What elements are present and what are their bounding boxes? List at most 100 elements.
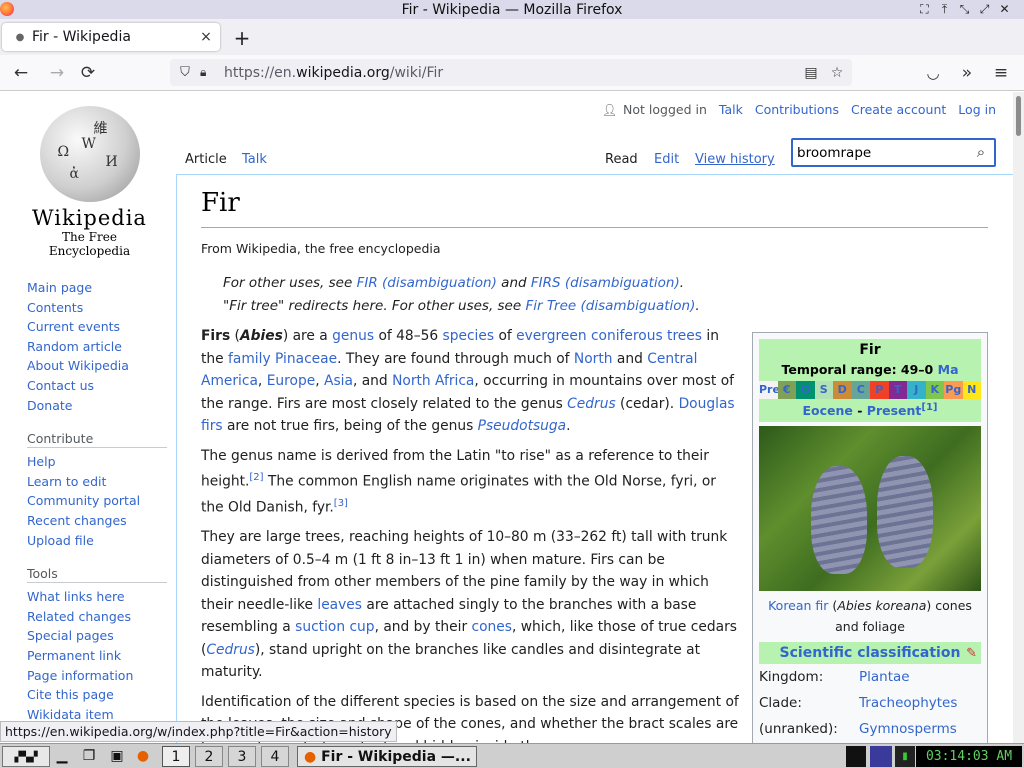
forward-button[interactable]: → — [44, 60, 70, 86]
contributions-link[interactable]: Contributions — [755, 102, 839, 117]
geo-period-cambrian[interactable]: € — [777, 381, 796, 399]
page-scrollbar[interactable] — [1013, 92, 1024, 743]
link-north[interactable]: North — [574, 351, 613, 367]
tab-view-history[interactable]: View history — [695, 148, 775, 172]
ma-link[interactable]: Ma — [938, 362, 959, 377]
link-species[interactable]: species — [443, 328, 495, 344]
tab-close-icon[interactable]: × — [196, 29, 216, 45]
link-cones[interactable]: cones — [472, 619, 512, 635]
close-window-icon[interactable]: ✕ — [997, 2, 1012, 16]
reference-2[interactable]: [2] — [249, 472, 263, 483]
search-box[interactable]: ⌕ — [791, 138, 996, 167]
talk-link[interactable]: Talk — [719, 102, 743, 117]
link-north-africa[interactable]: North Africa — [392, 373, 474, 389]
geo-period-cretaceous[interactable]: K — [925, 381, 944, 399]
wikipedia-logo[interactable]: Ω W И ἀ 維 Wikipedia The Free Encyclopedi… — [22, 106, 157, 258]
sidebar-item-about-wikipedia[interactable]: About Wikipedia — [27, 356, 172, 376]
sidebar-item-page-information[interactable]: Page information — [27, 666, 172, 686]
new-tab-button[interactable]: + — [230, 27, 254, 49]
link-pinaceae[interactable]: Pinaceae — [275, 351, 337, 367]
workspace-4[interactable]: 4 — [261, 746, 289, 767]
url-bar[interactable]: ⛉ 🔒︎ https://en.wikipedia.org/wiki/Fir ▤… — [170, 59, 852, 86]
sidebar-item-current-events[interactable]: Current events — [27, 317, 172, 337]
tab-article[interactable]: Article — [185, 148, 227, 172]
sidebar-item-help[interactable]: Help — [27, 452, 172, 472]
sidebar-item-contents[interactable]: Contents — [27, 298, 172, 318]
present-link[interactable]: Present — [867, 403, 922, 418]
firefox-launcher-icon[interactable]: ● — [132, 746, 154, 767]
edit-pencil-icon[interactable]: ✎ — [966, 643, 977, 665]
workspace-3[interactable]: 3 — [228, 746, 256, 767]
sidebar-item-random-article[interactable]: Random article — [27, 337, 172, 357]
maximize-icon[interactable]: ⤢ — [977, 2, 992, 16]
fir-disambiguation-link[interactable]: FIR (disambiguation) — [357, 275, 497, 291]
korean-fir-link[interactable]: Korean fir — [768, 598, 828, 613]
shade-icon[interactable]: ⤒ — [937, 2, 952, 16]
terminal-icon[interactable]: ▣ — [106, 746, 128, 767]
link-europe[interactable]: Europe — [267, 373, 316, 389]
pocket-icon[interactable]: ◡ — [920, 60, 946, 86]
geo-period-jurassic[interactable]: J — [907, 381, 926, 399]
search-icon[interactable]: ⌕ — [972, 143, 990, 161]
sidebar-item-main-page[interactable]: Main page — [27, 278, 172, 298]
search-input[interactable] — [793, 140, 963, 165]
geo-period-devonian[interactable]: D — [833, 381, 852, 399]
sidebar-item-cite-this-page[interactable]: Cite this page — [27, 685, 172, 705]
sidebar-item-contact-us[interactable]: Contact us — [27, 376, 172, 396]
link-suction-cup[interactable]: suction cup — [295, 619, 374, 635]
window-list-icon[interactable]: ❐ — [78, 746, 100, 767]
taxon-clade-link[interactable]: Tracheophytes — [859, 690, 957, 716]
tab-edit[interactable]: Edit — [654, 148, 679, 172]
geo-period-precambrian[interactable]: Pre€ — [759, 381, 778, 399]
tracking-protection-shield-icon[interactable]: ⛉ — [178, 65, 192, 81]
korean-fir-cones-image[interactable] — [759, 426, 981, 592]
geo-period-paleogene[interactable]: Pg — [944, 381, 963, 399]
link-family[interactable]: family — [228, 351, 271, 367]
back-button[interactable]: ← — [8, 60, 34, 86]
eocene-link[interactable]: Eocene — [802, 403, 852, 418]
link-cedrus[interactable]: Cedrus — [567, 396, 616, 412]
geo-period-permian[interactable]: P — [870, 381, 889, 399]
link-pseudotsuga[interactable]: Pseudotsuga — [478, 418, 567, 434]
url-text[interactable]: https://en.wikipedia.org/wiki/Fir — [224, 65, 800, 81]
geo-period-silurian[interactable]: S — [814, 381, 833, 399]
padlock-icon[interactable]: 🔒︎ — [200, 65, 214, 80]
reference-3[interactable]: [3] — [334, 498, 348, 509]
link-leaves[interactable]: leaves — [317, 597, 362, 613]
taxon-kingdom-link[interactable]: Plantae — [859, 664, 910, 690]
link-genus[interactable]: genus — [332, 328, 374, 344]
fir-tree-disambiguation-link[interactable]: Fir Tree (disambiguation) — [525, 298, 695, 314]
start-menu-icon[interactable]: ▞▚▞ — [2, 746, 50, 767]
taskbar-firefox-window[interactable]: ● Fir - Wikipedia —... — [297, 746, 477, 767]
reference-1[interactable]: [1] — [921, 402, 937, 413]
sidebar-item-upload-file[interactable]: Upload file — [27, 531, 172, 551]
log-in-link[interactable]: Log in — [958, 102, 996, 117]
tab-talk[interactable]: Talk — [242, 148, 267, 172]
sidebar-item-donate[interactable]: Donate — [27, 396, 172, 416]
scrollbar-thumb[interactable] — [1016, 96, 1021, 136]
geo-period-triassic[interactable]: T — [888, 381, 907, 399]
minimize-icon[interactable]: ⤡ — [957, 2, 972, 16]
workspace-1[interactable]: 1 — [162, 746, 190, 767]
fullscreen-icon[interactable]: ⛶ — [917, 2, 932, 16]
sidebar-item-recent-changes[interactable]: Recent changes — [27, 511, 172, 531]
tab-read[interactable]: Read — [605, 148, 638, 172]
bookmark-star-icon[interactable]: ☆ — [826, 65, 848, 81]
geo-period-carboniferous[interactable]: C — [851, 381, 870, 399]
link-asia[interactable]: Asia — [324, 373, 353, 389]
geo-period-neogene[interactable]: N — [962, 381, 981, 399]
sidebar-item-what-links-here[interactable]: What links here — [27, 587, 172, 607]
sidebar-item-community-portal[interactable]: Community portal — [27, 491, 172, 511]
create-account-link[interactable]: Create account — [851, 102, 946, 117]
taxon-unranked-link[interactable]: Gymnosperms — [859, 716, 957, 742]
reader-view-icon[interactable]: ▤ — [800, 65, 822, 81]
overflow-menu-icon[interactable]: » — [954, 60, 980, 86]
workspace-2[interactable]: 2 — [195, 746, 223, 767]
sidebar-item-learn-to-edit[interactable]: Learn to edit — [27, 472, 172, 492]
sidebar-item-special-pages[interactable]: Special pages — [27, 626, 172, 646]
firs-disambiguation-link[interactable]: FIRS (disambiguation) — [531, 275, 680, 291]
hamburger-menu-icon[interactable]: ≡ — [988, 60, 1014, 86]
show-desktop-icon[interactable]: ▁ — [52, 746, 72, 767]
geo-period-ordovician[interactable]: O — [796, 381, 815, 399]
link-evergreen[interactable]: evergreen — [516, 328, 586, 344]
